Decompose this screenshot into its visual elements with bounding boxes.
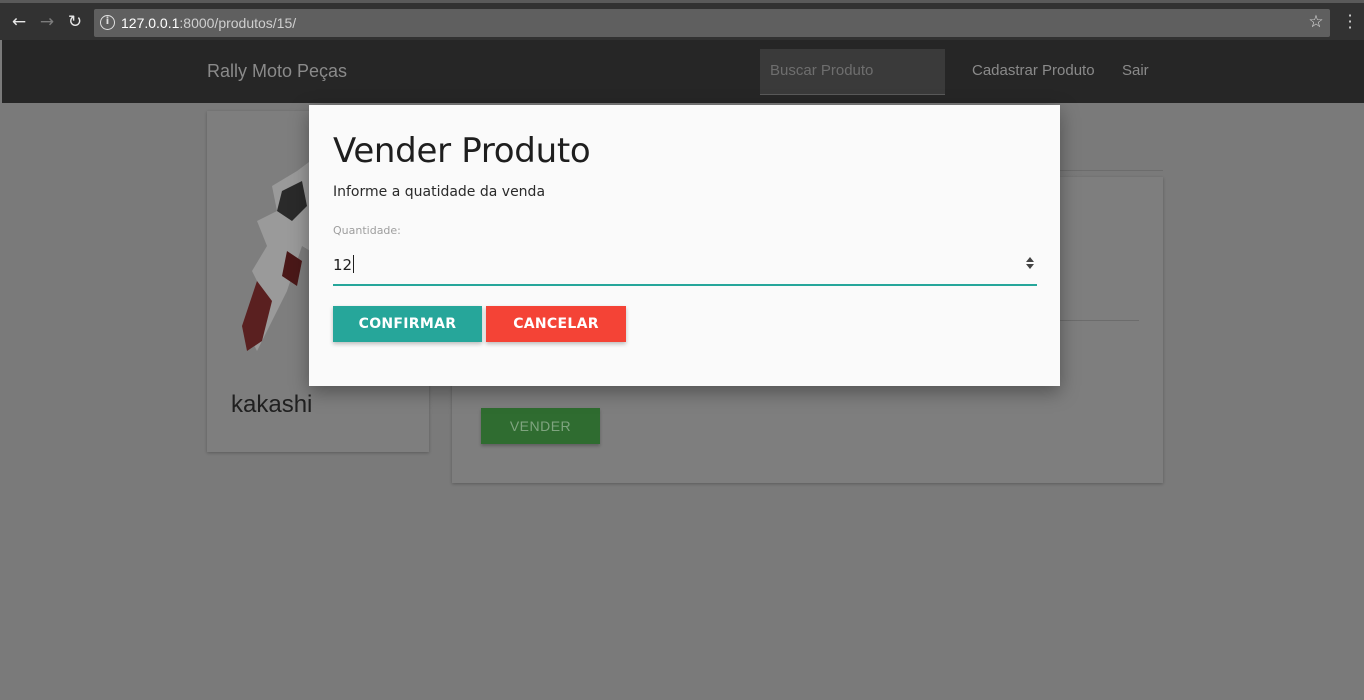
number-spinner-icon[interactable] bbox=[1025, 255, 1035, 271]
text-cursor bbox=[353, 255, 355, 273]
quantity-input[interactable]: 12 bbox=[333, 248, 1037, 286]
sell-product-modal: Vender Produto Informe a quatidade da ve… bbox=[309, 105, 1060, 386]
info-icon[interactable]: i bbox=[100, 15, 115, 30]
brand-logo[interactable]: Rally Moto Peças bbox=[207, 61, 347, 82]
quantity-value: 12 bbox=[333, 255, 355, 274]
forward-arrow-icon[interactable]: → bbox=[37, 12, 57, 32]
cancel-button[interactable]: CANCELAR bbox=[486, 306, 626, 342]
url-host: 127.0.0.1 bbox=[121, 15, 180, 31]
app-navbar: Rally Moto Peças Buscar Produto Cadastra… bbox=[2, 40, 1364, 103]
url-path: :8000/produtos/15/ bbox=[179, 15, 297, 31]
url-text[interactable]: 127.0.0.1:8000/produtos/15/ bbox=[121, 15, 296, 31]
product-name: kakashi bbox=[231, 391, 313, 418]
search-input[interactable]: Buscar Produto bbox=[760, 49, 945, 95]
confirm-button[interactable]: CONFIRMAR bbox=[333, 306, 482, 342]
divider bbox=[1060, 170, 1163, 171]
browser-menu-icon[interactable]: · · · bbox=[1344, 8, 1356, 36]
quantity-label: Quantidade: bbox=[333, 224, 401, 237]
reload-icon[interactable]: ↻ bbox=[65, 12, 85, 32]
bookmark-star-icon[interactable]: ☆ bbox=[1306, 12, 1326, 32]
back-arrow-icon[interactable]: ← bbox=[9, 12, 29, 32]
quantity-value-text: 12 bbox=[333, 256, 353, 274]
modal-title: Vender Produto bbox=[333, 131, 591, 171]
sell-button[interactable]: VENDER bbox=[481, 408, 600, 444]
browser-toolbar: ← → ↻ i 127.0.0.1:8000/produtos/15/ ☆ · ·… bbox=[0, 0, 1364, 40]
modal-description: Informe a quatidade da venda bbox=[333, 184, 546, 200]
address-bar[interactable]: i 127.0.0.1:8000/produtos/15/ ☆ bbox=[94, 9, 1330, 37]
nav-link-sair[interactable]: Sair bbox=[1122, 62, 1149, 79]
nav-link-cadastrar-produto[interactable]: Cadastrar Produto bbox=[972, 62, 1095, 79]
